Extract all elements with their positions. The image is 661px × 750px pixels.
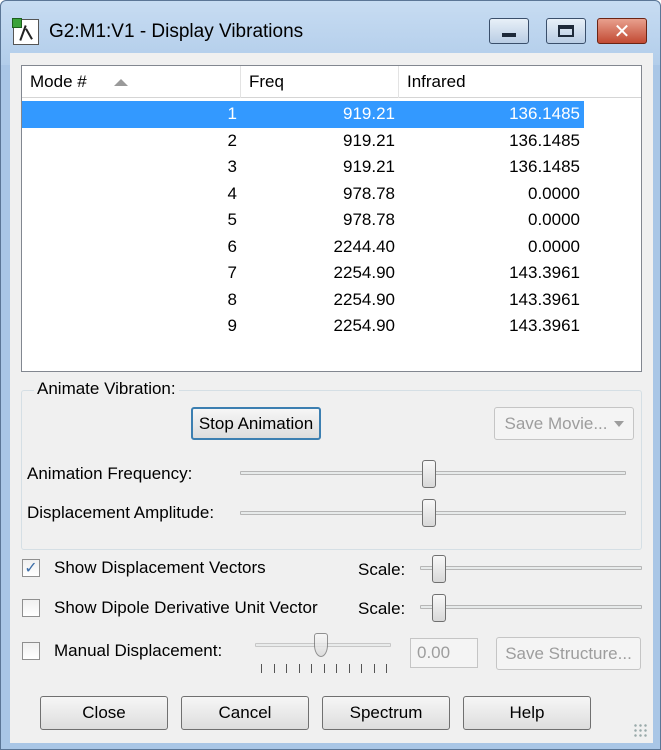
table-row[interactable]: 2 919.21 136.1485	[22, 128, 641, 155]
infrared-cell: 136.1485	[509, 130, 580, 150]
sort-ascending-icon	[114, 79, 128, 86]
table-row[interactable]: 3 919.21 136.1485	[22, 154, 641, 181]
freq-cell: 919.21	[343, 130, 395, 150]
table-row[interactable]: 9 2254.90 143.3961	[22, 313, 641, 340]
manual-displacement-checkbox[interactable]	[22, 642, 40, 660]
maximize-button[interactable]	[546, 18, 586, 44]
table-row[interactable]: 7 2254.90 143.3961	[22, 260, 641, 287]
animate-group-label: Animate Vibration:	[34, 379, 179, 399]
freq-cell: 2254.90	[333, 316, 395, 335]
infrared-cell: 143.3961	[509, 263, 580, 282]
tick-mark	[298, 664, 300, 673]
mode-cell: 9	[227, 316, 237, 335]
freq-cell: 2254.90	[333, 289, 395, 309]
infrared-cell: 143.3961	[509, 316, 580, 335]
tick-mark	[336, 664, 337, 673]
table-row[interactable]: 5 978.78 0.0000	[22, 207, 641, 234]
animation-frequency-label: Animation Frequency:	[27, 464, 193, 483]
tick-mark	[373, 664, 375, 673]
maximize-icon	[558, 25, 574, 37]
table-row[interactable]: 1 919.21 136.1485	[22, 101, 584, 128]
infrared-cell: 136.1485	[399, 101, 584, 128]
freq-cell: 2244.40	[333, 236, 395, 256]
stop-animation-button[interactable]: Stop Animation	[191, 407, 321, 440]
mode-cell: 5	[227, 210, 237, 229]
infrared-cell: 0.0000	[528, 236, 580, 256]
freq-cell: 978.78	[343, 210, 395, 229]
mode-cell: 2	[227, 130, 237, 150]
mode-cell: 4	[227, 183, 237, 203]
dialog-client-area: Mode # Freq Infrared 1 919.21 136.1485 2 919…	[10, 53, 653, 743]
infrared-cell: 136.1485	[509, 157, 580, 176]
show-vectors-label[interactable]: Show Displacement Vectors	[54, 558, 266, 578]
displacement-amplitude-label: Displacement Amplitude:	[27, 503, 215, 522]
show-dipole-label[interactable]: Show Dipole Derivative Unit Vector	[54, 598, 318, 618]
freq-cell: 919.21	[241, 101, 399, 128]
save-movie-dropdown[interactable]: Save Movie...	[494, 407, 634, 440]
mode-cell: 6	[227, 236, 237, 256]
column-header-freq[interactable]: Freq	[241, 66, 399, 98]
animate-vibration-group: Animate Vibration: Stop Animation Save M…	[21, 379, 642, 550]
minimize-icon	[502, 33, 516, 37]
tick-mark	[323, 664, 325, 673]
freq-cell: 919.21	[343, 157, 395, 176]
infrared-cell: 143.3961	[509, 289, 580, 309]
table-row[interactable]: 8 2254.90 143.3961	[22, 287, 641, 314]
freq-cell: 978.78	[343, 183, 395, 203]
app-icon	[12, 18, 39, 45]
dipole-scale-track[interactable]	[420, 605, 642, 609]
tick-mark	[311, 664, 312, 673]
dipole-scale-slider[interactable]	[431, 594, 446, 622]
window-title: G2:M1:V1 - Display Vibrations	[49, 21, 304, 42]
resize-grip-icon[interactable]	[633, 723, 647, 737]
displacement-amplitude-slider[interactable]	[422, 499, 437, 527]
freq-cell: 2254.90	[333, 263, 395, 282]
manual-displacement-ticks	[261, 664, 387, 674]
list-rows: 1 919.21 136.1485 2 919.21 136.1485 3 919.21 136…	[22, 101, 641, 340]
manual-displacement-value[interactable]: 0.00	[410, 638, 478, 668]
checkmark-icon: ✓	[24, 560, 38, 577]
tick-mark	[286, 664, 287, 673]
animation-frequency-slider[interactable]	[422, 460, 437, 488]
vectors-scale-label: Scale:	[358, 560, 406, 579]
tick-mark	[261, 664, 262, 673]
infrared-cell: 0.0000	[528, 210, 580, 229]
mode-cell: 3	[227, 157, 237, 176]
manual-displacement-slider[interactable]	[314, 633, 328, 657]
close-button[interactable]: Close	[40, 696, 168, 730]
save-movie-label: Save Movie...	[504, 413, 608, 433]
table-row[interactable]: 4 978.78 0.0000	[22, 181, 641, 208]
save-structure-button[interactable]: Save Structure...	[496, 637, 641, 670]
display-vibrations-window: G2:M1:V1 - Display Vibrations ✕ Mode # F…	[0, 0, 661, 750]
table-row[interactable]: 6 2244.40 0.0000	[22, 234, 641, 261]
vectors-scale-slider[interactable]	[431, 555, 446, 583]
tick-mark	[273, 664, 275, 673]
manual-displacement-label[interactable]: Manual Displacement:	[54, 641, 222, 661]
tick-mark	[348, 664, 350, 673]
show-dipole-checkbox[interactable]	[22, 599, 40, 617]
close-window-button[interactable]: ✕	[597, 18, 647, 44]
spectrum-button[interactable]: Spectrum	[322, 696, 450, 730]
mode-cell: 8	[227, 289, 237, 309]
dipole-scale-label: Scale:	[358, 599, 406, 618]
tick-mark	[361, 664, 362, 673]
list-header: Mode # Freq Infrared	[22, 66, 641, 98]
column-header-infrared[interactable]: Infrared	[399, 66, 641, 98]
mode-cell: 7	[227, 263, 237, 282]
infrared-cell: 0.0000	[528, 183, 580, 203]
help-button[interactable]: Help	[463, 696, 591, 730]
close-icon: ✕	[613, 20, 631, 43]
chevron-down-icon	[613, 420, 624, 427]
vectors-scale-track[interactable]	[420, 566, 642, 570]
show-vectors-checkbox[interactable]: ✓	[22, 559, 40, 577]
mode-cell: 1	[22, 101, 241, 128]
cancel-button[interactable]: Cancel	[181, 696, 309, 730]
minimize-button[interactable]	[489, 18, 529, 44]
column-header-mode[interactable]: Mode #	[22, 66, 241, 98]
tick-mark	[386, 664, 387, 673]
modes-list[interactable]: Mode # Freq Infrared 1 919.21 136.1485 2 919…	[21, 65, 642, 372]
